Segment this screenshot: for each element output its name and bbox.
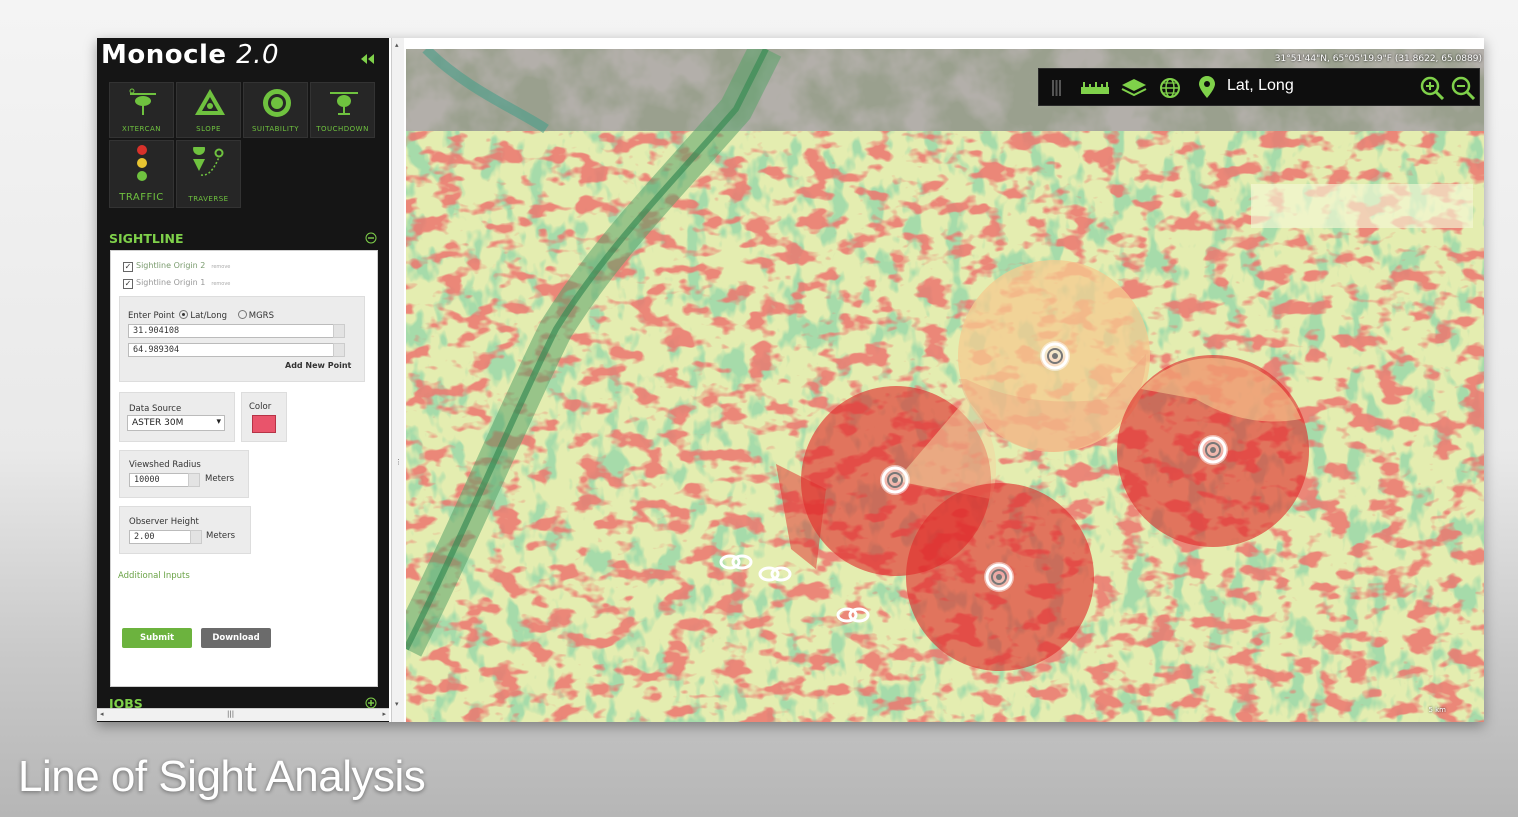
link-point-marker[interactable]	[836, 605, 870, 625]
sightline-origin-marker[interactable]	[1196, 433, 1230, 467]
sightline-origin-marker[interactable]	[982, 560, 1016, 594]
link-point-marker[interactable]	[758, 564, 792, 584]
sightline-origin-marker[interactable]	[878, 463, 912, 497]
mgrs-radio[interactable]	[237, 310, 247, 319]
globe-icon[interactable]	[1159, 77, 1181, 99]
sightline-header[interactable]: SIGHTLINE	[109, 231, 377, 247]
data-source-select[interactable]: ASTER 30M	[127, 415, 225, 431]
layer-checkbox[interactable]: ✓	[123, 262, 133, 272]
enter-point-row: Enter Point Lat/Long MGRS	[128, 309, 274, 321]
viewshed-label: Viewshed Radius	[129, 460, 201, 470]
color-label: Color	[249, 402, 272, 412]
submit-button[interactable]: Submit	[122, 628, 192, 648]
video-caption: Line of Sight Analysis	[18, 752, 426, 801]
traffic-light-icon	[137, 145, 147, 181]
app-title-name: Monocle	[101, 40, 227, 70]
enter-point-label: Enter Point	[128, 311, 175, 321]
latlong-label: Lat/Long	[190, 311, 228, 321]
tool-label: TRAVERSE	[188, 195, 229, 203]
suitability-ring-icon	[263, 89, 291, 117]
sidebar-vertical-scrollbar[interactable]: ▴ ⋮ ▾	[391, 38, 404, 722]
layer-checkbox[interactable]: ✓	[123, 279, 133, 289]
longitude-stepper[interactable]	[333, 343, 345, 357]
app-window: Monocle 2.0 XITERCAN SLOPE SUITABILITY T…	[97, 38, 1484, 722]
observer-height-input[interactable]: 2.00	[129, 530, 191, 544]
map-scale-label: 5 km	[1428, 706, 1446, 714]
app-title-version: 2.0	[236, 40, 279, 70]
slope-triangle-icon	[195, 89, 225, 115]
additional-inputs-link[interactable]: Additional Inputs	[118, 571, 190, 581]
latlong-mode-label[interactable]: Lat, Long	[1227, 77, 1294, 95]
observer-stepper[interactable]	[190, 530, 202, 544]
app-title: Monocle 2.0	[101, 40, 279, 70]
sidebar: Monocle 2.0 XITERCAN SLOPE SUITABILITY T…	[97, 38, 389, 722]
viewshed-radius-input[interactable]: 10000	[129, 473, 189, 487]
layers-icon[interactable]	[1121, 78, 1147, 98]
helicopter-icon	[330, 92, 358, 115]
tool-slope[interactable]: SLOPE	[176, 82, 241, 138]
tool-label: TOUCHDOWN	[316, 125, 369, 133]
viewshed-unit: Meters	[205, 474, 235, 484]
observer-box: Observer Height 2.00 Meters	[119, 506, 251, 554]
add-new-point-link[interactable]: Add New Point	[285, 361, 351, 370]
sidebar-horizontal-scrollbar[interactable]: ◂ ||| ▸	[97, 708, 389, 721]
viewshed-box: Viewshed Radius 10000 Meters	[119, 450, 249, 498]
map-canvas[interactable]: 31°51'44"N, 65°05'19.9"F (31.8622, 65.08…	[406, 49, 1484, 722]
tool-label: SUITABILITY	[251, 125, 300, 133]
tool-xitercan[interactable]: XITERCAN	[109, 82, 174, 138]
zoom-in-icon[interactable]	[1420, 76, 1444, 100]
color-swatch[interactable]	[252, 415, 276, 433]
data-source-label: Data Source	[129, 404, 182, 414]
observer-label: Observer Height	[129, 517, 199, 527]
map-toolbar: Lat, Long	[1038, 68, 1480, 106]
data-source-box: Data Source ASTER 30M	[119, 392, 235, 442]
latlong-radio[interactable]	[179, 310, 189, 319]
tool-suitability[interactable]: SUITABILITY	[243, 82, 308, 138]
collapse-section-icon[interactable]	[365, 232, 377, 244]
tool-label: TRAFFIC	[119, 192, 164, 203]
longitude-input[interactable]: 64.989304	[128, 343, 334, 357]
layer-label: Sightline Origin 2	[136, 261, 206, 270]
observer-unit: Meters	[206, 531, 236, 541]
helicopter-tracker-icon	[129, 88, 156, 115]
latitude-input[interactable]: 31.904108	[128, 324, 334, 338]
download-button[interactable]: Download	[201, 628, 271, 648]
viewshed-overlay	[776, 260, 1309, 671]
layer-remove-link[interactable]: remove	[211, 281, 230, 287]
color-box: Color	[241, 392, 287, 442]
layer-row[interactable]: ✓ Sightline Origin 1 remove	[123, 278, 230, 289]
mgrs-label: MGRS	[248, 311, 274, 321]
coordinate-readout: 31°51'44"N, 65°05'19.9"F (31.8622, 65.08…	[1274, 54, 1482, 64]
layer-remove-link[interactable]: remove	[211, 264, 230, 270]
layer-label: Sightline Origin 1	[136, 278, 206, 287]
latitude-stepper[interactable]	[333, 324, 345, 338]
location-pin-icon[interactable]	[1199, 76, 1215, 98]
sightline-heading: SIGHTLINE	[109, 231, 184, 246]
tool-traffic[interactable]: TRAFFIC	[109, 140, 174, 208]
tool-label: SLOPE	[196, 125, 221, 133]
sightline-panel: ✓ Sightline Origin 2 remove ✓ Sightline Ori…	[110, 250, 378, 687]
ruler-icon[interactable]	[1081, 81, 1109, 95]
viewshed-stepper[interactable]	[188, 473, 200, 487]
tool-traverse[interactable]: TRAVERSE	[176, 140, 241, 208]
traverse-pins-icon	[193, 147, 224, 176]
link-point-marker[interactable]	[719, 552, 753, 572]
tool-label: XITERCAN	[122, 125, 161, 133]
drag-handle-icon[interactable]	[1051, 80, 1061, 96]
collapse-sidebar-icon[interactable]	[359, 52, 377, 66]
zoom-out-icon[interactable]	[1451, 76, 1475, 100]
sightline-origin-marker[interactable]	[1038, 339, 1072, 373]
layer-row[interactable]: ✓ Sightline Origin 2 remove	[123, 261, 230, 272]
enter-point-box: Enter Point Lat/Long MGRS 31.904108 64.9…	[119, 296, 365, 382]
tool-touchdown[interactable]: TOUCHDOWN	[310, 82, 375, 138]
